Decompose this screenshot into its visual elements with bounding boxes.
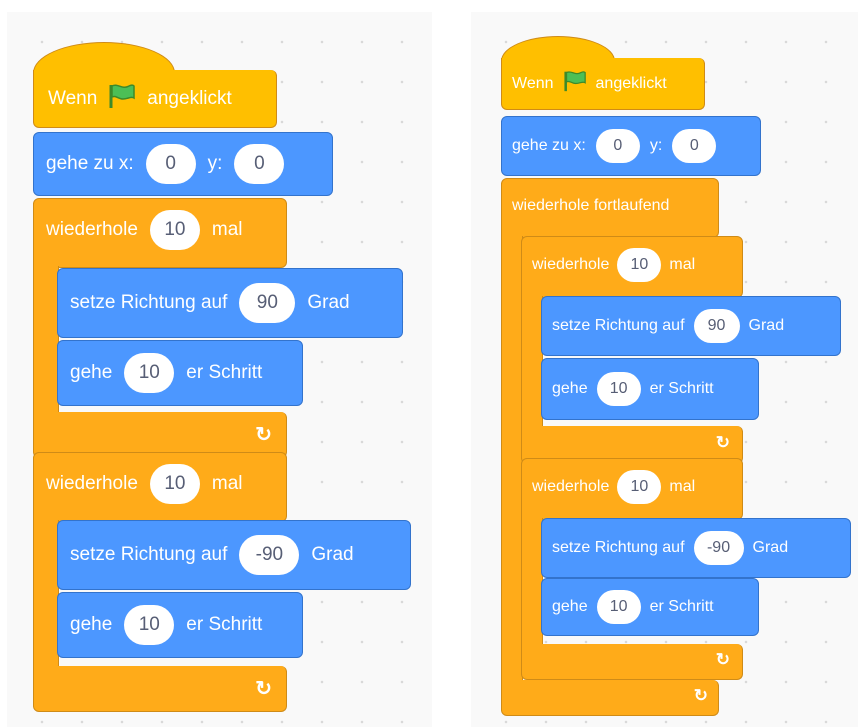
direction-label: setze Richtung auf	[70, 292, 228, 313]
repeat-block-1[interactable]: wiederhole 10 mal	[33, 198, 287, 268]
x-input[interactable]: 0	[595, 129, 640, 163]
forever-bottom: ↻	[501, 680, 719, 716]
move-steps-block[interactable]: gehe 10 er Schritt	[541, 358, 759, 420]
direction-input[interactable]: 90	[239, 283, 296, 323]
move-label: gehe	[70, 614, 113, 635]
repeat-arm-1	[521, 296, 543, 430]
hat-label-post: angeklickt	[147, 87, 232, 109]
steps-input[interactable]: 10	[596, 372, 641, 406]
y-label: y:	[207, 153, 223, 174]
repeat-bottom-2: ↻	[33, 666, 287, 712]
move-label: gehe	[70, 362, 113, 383]
direction-label: setze Richtung auf	[70, 544, 228, 565]
green-flag-icon	[562, 70, 588, 97]
go-to-label: gehe zu x:	[512, 137, 586, 154]
hat-cap	[33, 42, 175, 73]
move-suffix: er Schritt	[186, 614, 263, 635]
repeat-label: wiederhole	[532, 478, 610, 495]
direction-label: setze Richtung auf	[552, 317, 685, 334]
loop-arrow-icon: ↻	[255, 424, 272, 446]
direction-unit: Grad	[752, 539, 789, 556]
point-in-direction-block[interactable]: setze Richtung auf 90 Grad	[57, 268, 403, 338]
repeat-arm-2	[33, 520, 59, 668]
y-input[interactable]: 0	[672, 129, 717, 163]
steps-input[interactable]: 10	[124, 605, 175, 645]
direction-unit: Grad	[748, 317, 785, 334]
repeat-label: wiederhole	[532, 256, 610, 273]
repeat-count-input[interactable]: 10	[617, 470, 662, 504]
move-label: gehe	[552, 380, 588, 397]
repeat-block-2[interactable]: wiederhole 10 mal	[521, 458, 743, 520]
direction-input[interactable]: -90	[239, 535, 300, 575]
repeat-count-input[interactable]: 10	[617, 248, 662, 282]
scripts-area-right: Wenn angeklickt gehe zu x: 0 y: 0 wieder…	[471, 12, 858, 727]
hat-label-pre: Wenn	[512, 74, 554, 92]
direction-label: setze Richtung auf	[552, 539, 685, 556]
repeat-arm-2	[521, 518, 543, 652]
loop-arrow-icon: ↻	[715, 433, 730, 452]
go-to-xy-block[interactable]: gehe zu x: 0 y: 0	[501, 116, 761, 176]
repeat-block-2[interactable]: wiederhole 10 mal	[33, 452, 287, 522]
direction-input[interactable]: 90	[693, 309, 740, 343]
repeat-count-input[interactable]: 10	[149, 210, 200, 250]
repeat-suffix: mal	[669, 478, 696, 495]
forever-arm	[501, 236, 523, 684]
move-steps-block[interactable]: gehe 10 er Schritt	[57, 592, 303, 658]
repeat-label: wiederhole	[46, 219, 138, 240]
move-label: gehe	[552, 598, 588, 615]
hat-label-pre: Wenn	[48, 87, 98, 109]
loop-arrow-icon: ↻	[715, 650, 730, 669]
when-flag-clicked-block[interactable]: Wenn angeklickt	[33, 70, 277, 128]
move-steps-block[interactable]: gehe 10 er Schritt	[541, 578, 759, 636]
when-flag-clicked-block[interactable]: Wenn angeklickt	[501, 58, 705, 110]
steps-input[interactable]: 10	[596, 590, 641, 624]
move-suffix: er Schritt	[649, 598, 714, 615]
loop-arrow-icon: ↻	[255, 678, 272, 700]
repeat-block-1[interactable]: wiederhole 10 mal	[521, 236, 743, 298]
forever-label: wiederhole fortlaufend	[512, 197, 670, 214]
move-suffix: er Schritt	[186, 362, 263, 383]
repeat-arm-1	[33, 266, 59, 414]
repeat-bottom-2: ↻	[521, 644, 743, 680]
scripts-area-left: Wenn angeklickt gehe zu x: 0 y: 0 wieder…	[7, 12, 432, 727]
hat-label-post: angeklickt	[595, 74, 667, 92]
loop-arrow-icon: ↻	[693, 686, 708, 705]
y-label: y:	[649, 137, 663, 154]
repeat-suffix: mal	[669, 256, 696, 273]
repeat-suffix: mal	[211, 219, 243, 240]
y-input[interactable]: 0	[234, 144, 285, 184]
forever-block[interactable]: wiederhole fortlaufend	[501, 178, 719, 238]
point-in-direction-block[interactable]: setze Richtung auf -90 Grad	[541, 518, 851, 578]
x-input[interactable]: 0	[145, 144, 196, 184]
go-to-xy-block[interactable]: gehe zu x: 0 y: 0	[33, 132, 333, 196]
repeat-label: wiederhole	[46, 473, 138, 494]
direction-input[interactable]: -90	[693, 531, 744, 565]
repeat-suffix: mal	[211, 473, 243, 494]
direction-unit: Grad	[311, 544, 354, 565]
steps-input[interactable]: 10	[124, 353, 175, 393]
move-suffix: er Schritt	[649, 380, 714, 397]
green-flag-icon	[107, 83, 137, 115]
repeat-count-input[interactable]: 10	[149, 464, 200, 504]
point-in-direction-block[interactable]: setze Richtung auf 90 Grad	[541, 296, 841, 356]
direction-unit: Grad	[307, 292, 350, 313]
go-to-label: gehe zu x:	[46, 153, 134, 174]
point-in-direction-block[interactable]: setze Richtung auf -90 Grad	[57, 520, 411, 590]
move-steps-block[interactable]: gehe 10 er Schritt	[57, 340, 303, 406]
